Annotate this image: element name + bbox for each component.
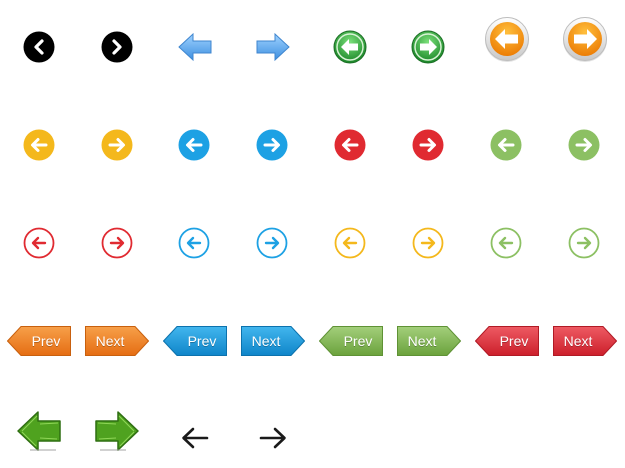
- prev-black-round-icon[interactable]: [23, 31, 55, 63]
- next-orange-glossy-icon-graphic: [563, 17, 607, 62]
- right-sketch-arrow-icon[interactable]: [94, 410, 140, 452]
- next-red-circle-graphic: [412, 129, 444, 161]
- next-light-green-circle-graphic: [568, 129, 600, 161]
- next-tag-green-label: Next: [407, 333, 437, 349]
- prev-tag-red-button[interactable]: Prev: [475, 326, 539, 356]
- next-blue-circle-icon[interactable]: [256, 129, 288, 161]
- next-tag-orange-label: Next: [95, 333, 125, 349]
- prev-tag-green-button[interactable]: Prev: [319, 326, 383, 356]
- prev-tag-red-label: Prev: [499, 333, 529, 349]
- next-yellow-circle-icon[interactable]: [101, 129, 133, 161]
- prev-tag-green-label: Prev: [343, 333, 373, 349]
- prev-orange-glossy-icon-graphic: [485, 17, 529, 62]
- prev-red-circle-icon[interactable]: [334, 129, 366, 161]
- prev-blue-outline-icon[interactable]: [178, 227, 210, 259]
- prev-light-green-circle-graphic: [490, 129, 522, 161]
- next-black-round-icon-graphic: [101, 31, 133, 63]
- prev-light-green-circle-icon[interactable]: [490, 129, 522, 161]
- next-tag-orange-button[interactable]: Next: [85, 326, 149, 356]
- next-green-glossy-icon[interactable]: [411, 30, 445, 64]
- prev-yellow-outline-icon[interactable]: [334, 227, 366, 259]
- left-thin-arrow-graphic: [182, 427, 209, 449]
- right-arrow-blue-icon-graphic: [256, 32, 290, 62]
- prev-yellow-circle-graphic: [23, 129, 55, 161]
- prev-red-outline-graphic: [23, 227, 55, 259]
- next-red-outline-icon[interactable]: [101, 227, 133, 259]
- left-sketch-arrow-graphic: [17, 411, 61, 451]
- next-yellow-circle-graphic: [101, 129, 133, 161]
- left-sketch-arrow-icon[interactable]: [16, 410, 62, 452]
- prev-tag-orange-label: Prev: [31, 333, 61, 349]
- left-thin-arrow-icon[interactable]: [180, 426, 210, 450]
- next-tag-red-label: Next: [563, 333, 593, 349]
- prev-tag-blue-label: Prev: [187, 333, 217, 349]
- prev-green-glossy-icon[interactable]: [333, 30, 367, 64]
- next-yellow-outline-graphic: [412, 227, 444, 259]
- next-blue-outline-graphic: [256, 227, 288, 259]
- next-blue-outline-icon[interactable]: [256, 227, 288, 259]
- right-thin-arrow-icon[interactable]: [258, 426, 288, 450]
- right-thin-arrow-graphic: [259, 427, 286, 449]
- next-tag-green-button[interactable]: Next: [397, 326, 461, 356]
- prev-green-outline-graphic: [490, 227, 522, 259]
- prev-blue-outline-graphic: [178, 227, 210, 259]
- next-yellow-outline-icon[interactable]: [412, 227, 444, 259]
- next-orange-glossy-icon[interactable]: [562, 16, 608, 62]
- next-green-outline-graphic: [568, 227, 600, 259]
- next-tag-blue-button[interactable]: Next: [241, 326, 305, 356]
- next-black-round-icon[interactable]: [101, 31, 133, 63]
- prev-blue-circle-icon[interactable]: [178, 129, 210, 161]
- prev-orange-glossy-icon[interactable]: [484, 16, 530, 62]
- next-green-outline-icon[interactable]: [568, 227, 600, 259]
- next-tag-blue-label: Next: [251, 333, 281, 349]
- right-sketch-arrow-graphic: [95, 411, 139, 451]
- prev-tag-orange-button[interactable]: Prev: [7, 326, 71, 356]
- prev-blue-circle-graphic: [178, 129, 210, 161]
- prev-red-outline-icon[interactable]: [23, 227, 55, 259]
- prev-green-outline-icon[interactable]: [490, 227, 522, 259]
- next-red-circle-icon[interactable]: [412, 129, 444, 161]
- right-arrow-blue-icon[interactable]: [256, 31, 290, 63]
- next-blue-circle-graphic: [256, 129, 288, 161]
- next-red-outline-graphic: [101, 227, 133, 259]
- prev-red-circle-graphic: [334, 129, 366, 161]
- prev-tag-blue-button[interactable]: Prev: [163, 326, 227, 356]
- prev-green-glossy-icon-graphic: [333, 30, 367, 64]
- prev-yellow-circle-icon[interactable]: [23, 129, 55, 161]
- left-arrow-blue-icon[interactable]: [178, 31, 212, 63]
- prev-yellow-outline-graphic: [334, 227, 366, 259]
- prev-black-round-icon-graphic: [23, 31, 55, 63]
- next-light-green-circle-icon[interactable]: [568, 129, 600, 161]
- next-green-glossy-icon-graphic: [411, 30, 445, 64]
- left-arrow-blue-icon-graphic: [178, 32, 212, 62]
- next-tag-red-button[interactable]: Next: [553, 326, 617, 356]
